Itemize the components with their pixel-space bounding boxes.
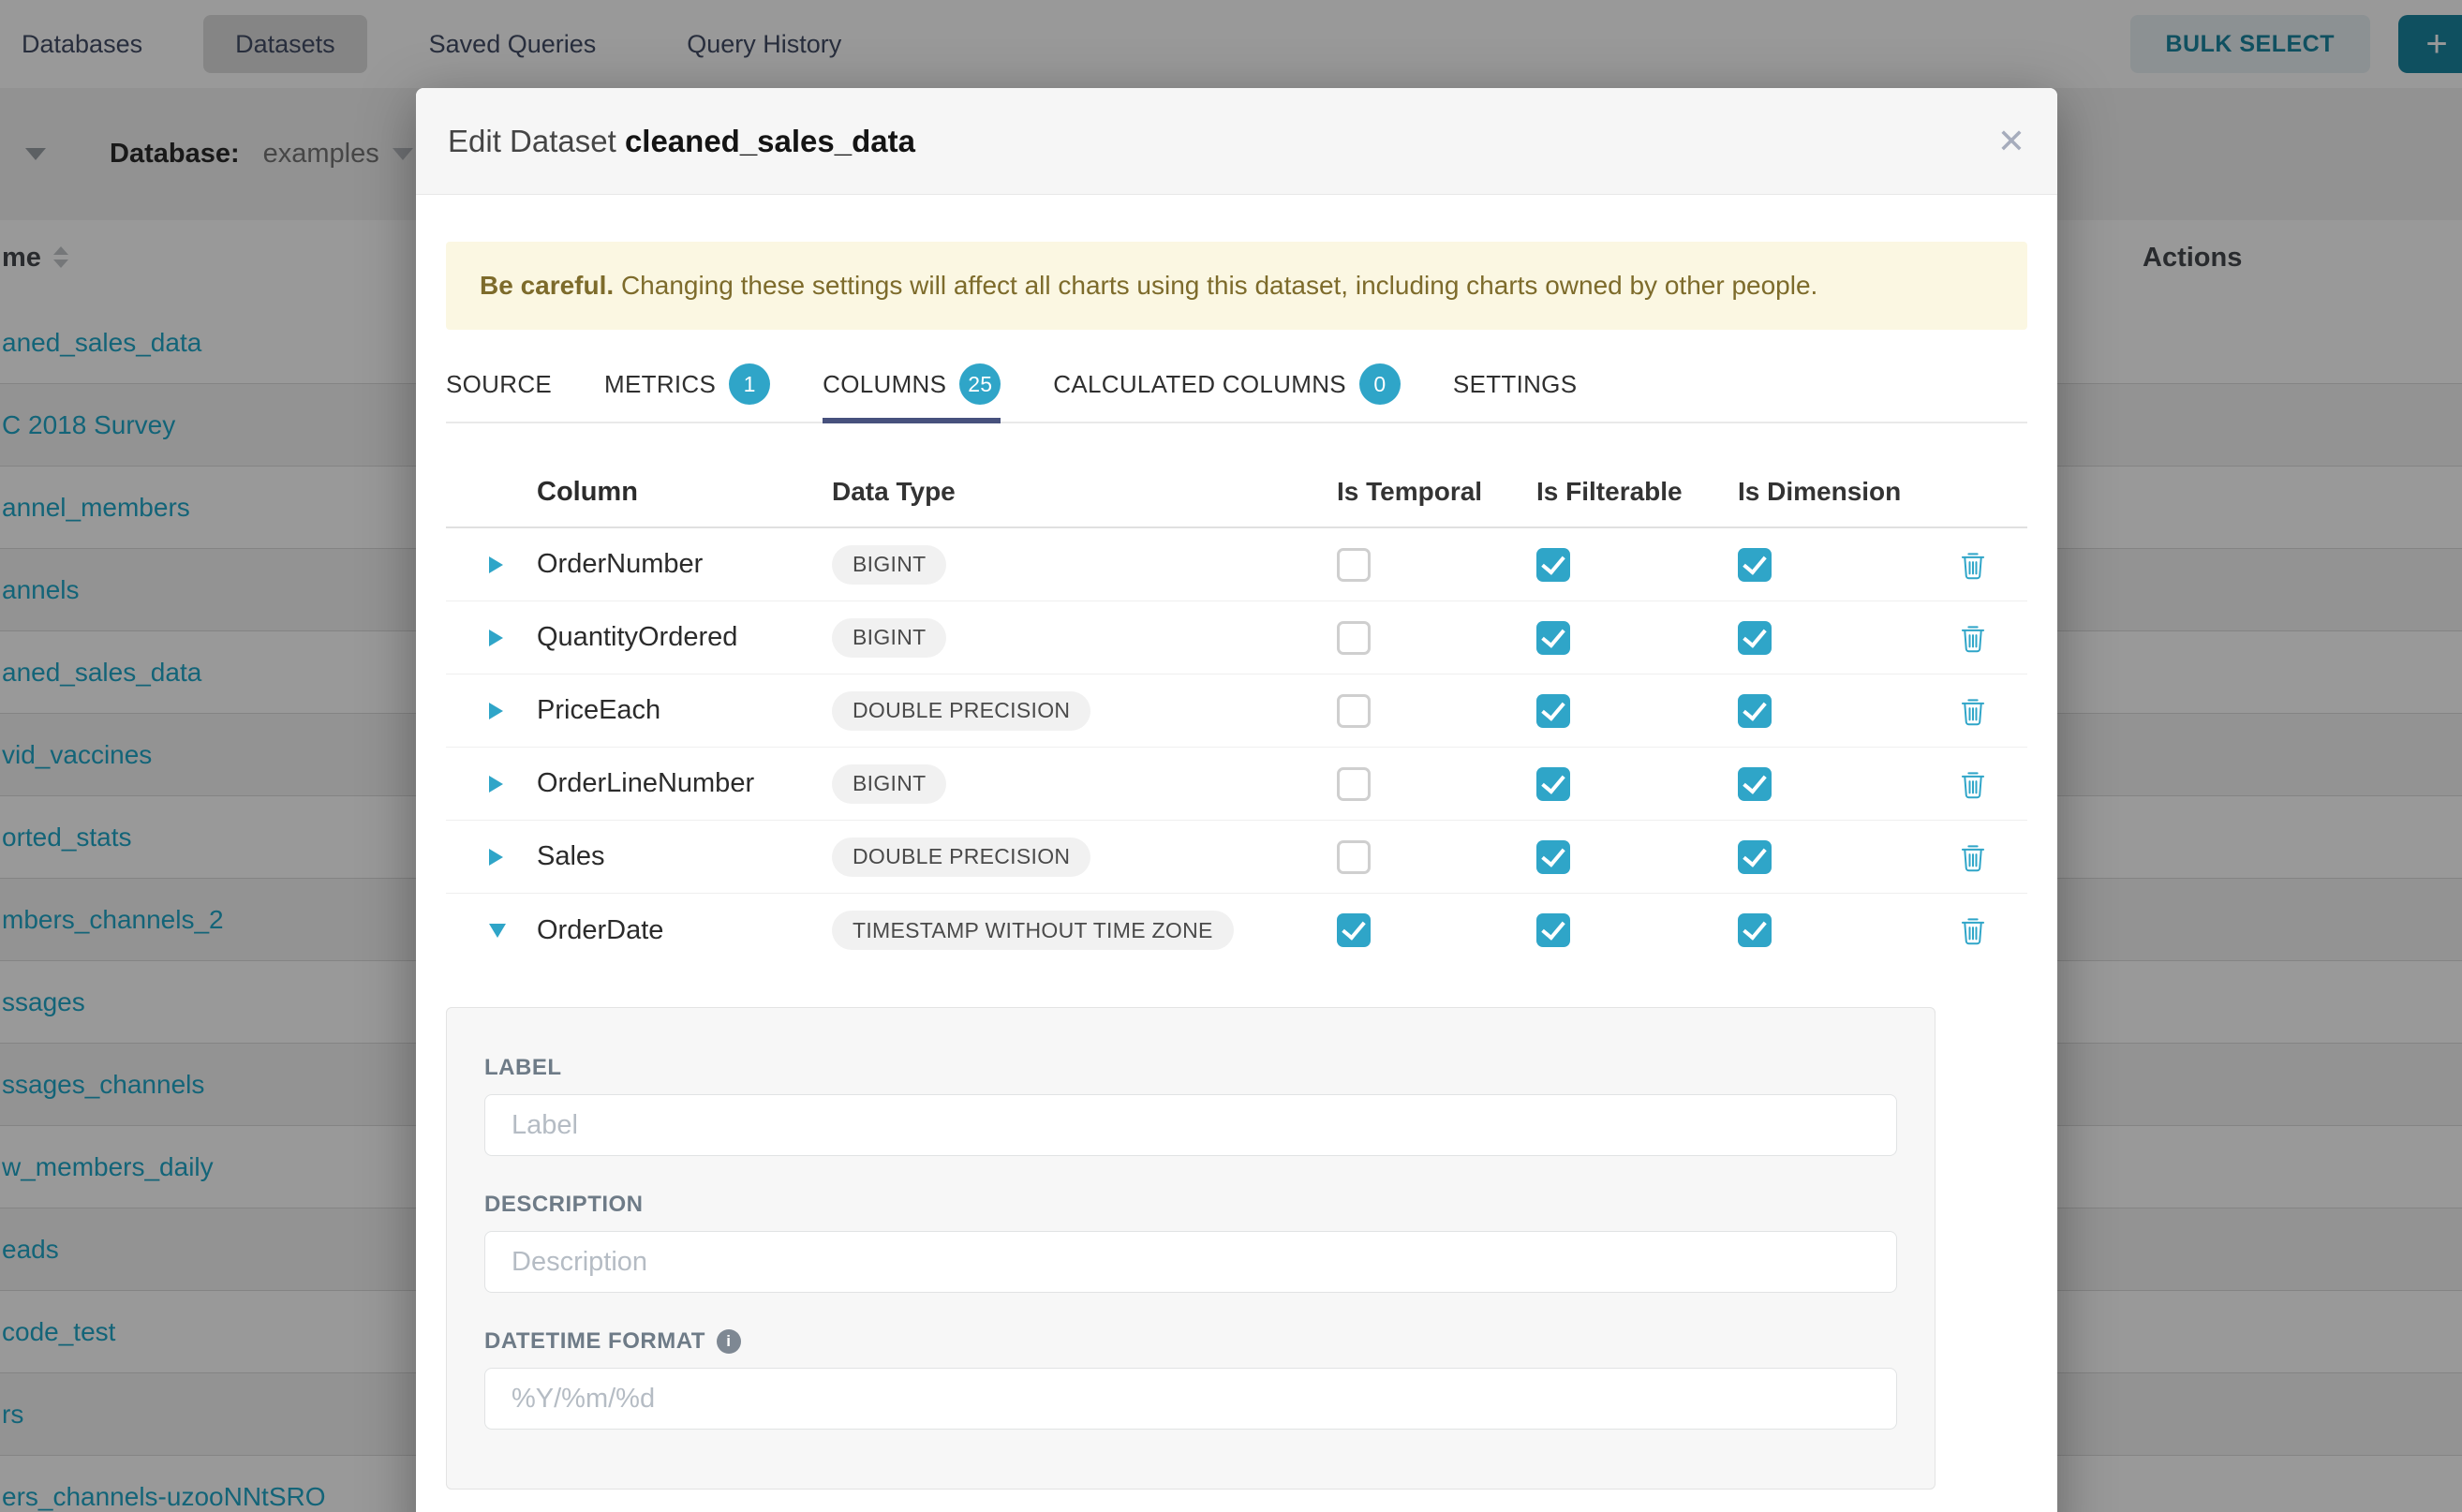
is-temporal-checkbox[interactable] — [1337, 621, 1371, 655]
is-temporal-checkbox[interactable] — [1337, 694, 1371, 728]
close-icon[interactable]: ✕ — [1997, 125, 2025, 158]
column-row: OrderLineNumber BIGINT — [446, 748, 2027, 821]
detail-field: DESCRIPTION i — [484, 1192, 1897, 1293]
is-dimension-checkbox[interactable] — [1738, 913, 1772, 947]
expand-caret-icon[interactable] — [489, 924, 506, 938]
delete-column-icon[interactable] — [1960, 623, 1986, 653]
columns-table-rows: OrderNumber BIGINT — [446, 528, 2027, 967]
modal-tab-label: SOURCE — [446, 370, 552, 399]
modal-tab[interactable]: COLUMNS 25 — [823, 363, 1001, 423]
is-dimension-checkbox[interactable] — [1738, 767, 1772, 801]
column-row: OrderNumber BIGINT — [446, 528, 2027, 601]
data-type-pill: BIGINT — [832, 764, 946, 804]
expand-caret-icon[interactable] — [489, 849, 503, 866]
is-dimension-checkbox[interactable] — [1738, 548, 1772, 582]
is-dimension-checkbox[interactable] — [1738, 840, 1772, 874]
modal-tab[interactable]: CALCULATED COLUMNS 0 — [1053, 363, 1401, 423]
modal-tab[interactable]: METRICS 1 — [604, 363, 770, 423]
is-temporal-header: Is Temporal — [1337, 477, 1536, 507]
column-name: QuantityOrdered — [523, 622, 818, 653]
warning-text: Be careful. Changing these settings will… — [480, 271, 1817, 301]
is-filterable-checkbox[interactable] — [1536, 840, 1570, 874]
column-row: QuantityOrdered BIGINT — [446, 601, 2027, 674]
delete-column-icon[interactable] — [1960, 550, 1986, 580]
column-name: OrderLineNumber — [523, 768, 818, 799]
tab-count-badge: 1 — [729, 363, 770, 405]
is-dimension-header: Is Dimension — [1738, 477, 1944, 507]
column-detail-panel: LABEL i DESCRIPTION i DATETIME FORMAT i — [446, 1007, 1935, 1490]
modal-tab-label: METRICS — [604, 370, 716, 399]
is-dimension-checkbox[interactable] — [1738, 694, 1772, 728]
modal-tabs: SOURCE METRICS 1 COLUMNS 25 CALCULATED C… — [446, 363, 2027, 423]
is-filterable-checkbox[interactable] — [1536, 548, 1570, 582]
column-name: OrderNumber — [523, 549, 818, 580]
data-type-pill: DOUBLE PRECISION — [832, 838, 1090, 877]
is-filterable-checkbox[interactable] — [1536, 694, 1570, 728]
modal-tab[interactable]: SOURCE — [446, 363, 552, 423]
data-type-header: Data Type — [818, 477, 1337, 507]
column-name: PriceEach — [523, 695, 818, 726]
is-temporal-checkbox[interactable] — [1337, 913, 1371, 947]
detail-field: LABEL i — [484, 1055, 1897, 1156]
modal-tab-label: SETTINGS — [1453, 370, 1577, 399]
info-icon[interactable]: i — [717, 1329, 741, 1354]
expand-caret-icon[interactable] — [489, 630, 503, 646]
field-label: DATETIME FORMAT i — [484, 1328, 1897, 1355]
is-filterable-header: Is Filterable — [1536, 477, 1738, 507]
data-type-pill: DOUBLE PRECISION — [832, 691, 1090, 731]
is-filterable-checkbox[interactable] — [1536, 767, 1570, 801]
edit-dataset-modal: Edit Dataset cleaned_sales_data ✕ Be car… — [416, 88, 2057, 1512]
modal-title: Edit Dataset cleaned_sales_data — [448, 124, 915, 159]
expand-caret-icon[interactable] — [489, 556, 503, 573]
is-filterable-checkbox[interactable] — [1536, 621, 1570, 655]
column-header: Column — [523, 477, 818, 508]
modal-title-prefix: Edit Dataset — [448, 124, 616, 158]
field-label: LABEL i — [484, 1055, 1897, 1081]
delete-column-icon[interactable] — [1960, 842, 1986, 872]
data-type-pill: TIMESTAMP WITHOUT TIME ZONE — [832, 911, 1234, 950]
modal-tab-label: COLUMNS — [823, 370, 946, 399]
modal-title-dataset-name: cleaned_sales_data — [625, 124, 915, 158]
data-type-pill: BIGINT — [832, 545, 946, 585]
column-row: PriceEach DOUBLE PRECISION — [446, 674, 2027, 748]
warning-banner: Be careful. Changing these settings will… — [446, 242, 2027, 330]
modal-header: Edit Dataset cleaned_sales_data ✕ — [416, 88, 2057, 195]
delete-column-icon[interactable] — [1960, 696, 1986, 726]
expand-caret-icon[interactable] — [489, 703, 503, 719]
tab-count-badge: 25 — [959, 363, 1001, 405]
field-input[interactable] — [484, 1231, 1897, 1293]
delete-column-icon[interactable] — [1960, 915, 1986, 945]
is-temporal-checkbox[interactable] — [1337, 767, 1371, 801]
expand-caret-icon[interactable] — [489, 776, 503, 793]
modal-body: Be careful. Changing these settings will… — [416, 242, 2057, 1490]
field-label: DESCRIPTION i — [484, 1192, 1897, 1218]
modal-tab[interactable]: SETTINGS — [1453, 363, 1577, 423]
detail-field: DATETIME FORMAT i — [484, 1328, 1897, 1430]
is-filterable-checkbox[interactable] — [1536, 913, 1570, 947]
field-input[interactable] — [484, 1368, 1897, 1430]
column-row: OrderDate TIMESTAMP WITHOUT TIME ZONE — [446, 894, 2027, 967]
delete-column-icon[interactable] — [1960, 769, 1986, 799]
is-temporal-checkbox[interactable] — [1337, 840, 1371, 874]
tab-count-badge: 0 — [1359, 363, 1401, 405]
column-row: Sales DOUBLE PRECISION — [446, 821, 2027, 894]
modal-tab-label: CALCULATED COLUMNS — [1053, 370, 1346, 399]
is-temporal-checkbox[interactable] — [1337, 548, 1371, 582]
column-name: Sales — [523, 841, 818, 872]
columns-table-header: Column Data Type Is Temporal Is Filterab… — [446, 457, 2027, 528]
column-name: OrderDate — [523, 915, 818, 946]
field-input[interactable] — [484, 1094, 1897, 1156]
is-dimension-checkbox[interactable] — [1738, 621, 1772, 655]
data-type-pill: BIGINT — [832, 618, 946, 658]
